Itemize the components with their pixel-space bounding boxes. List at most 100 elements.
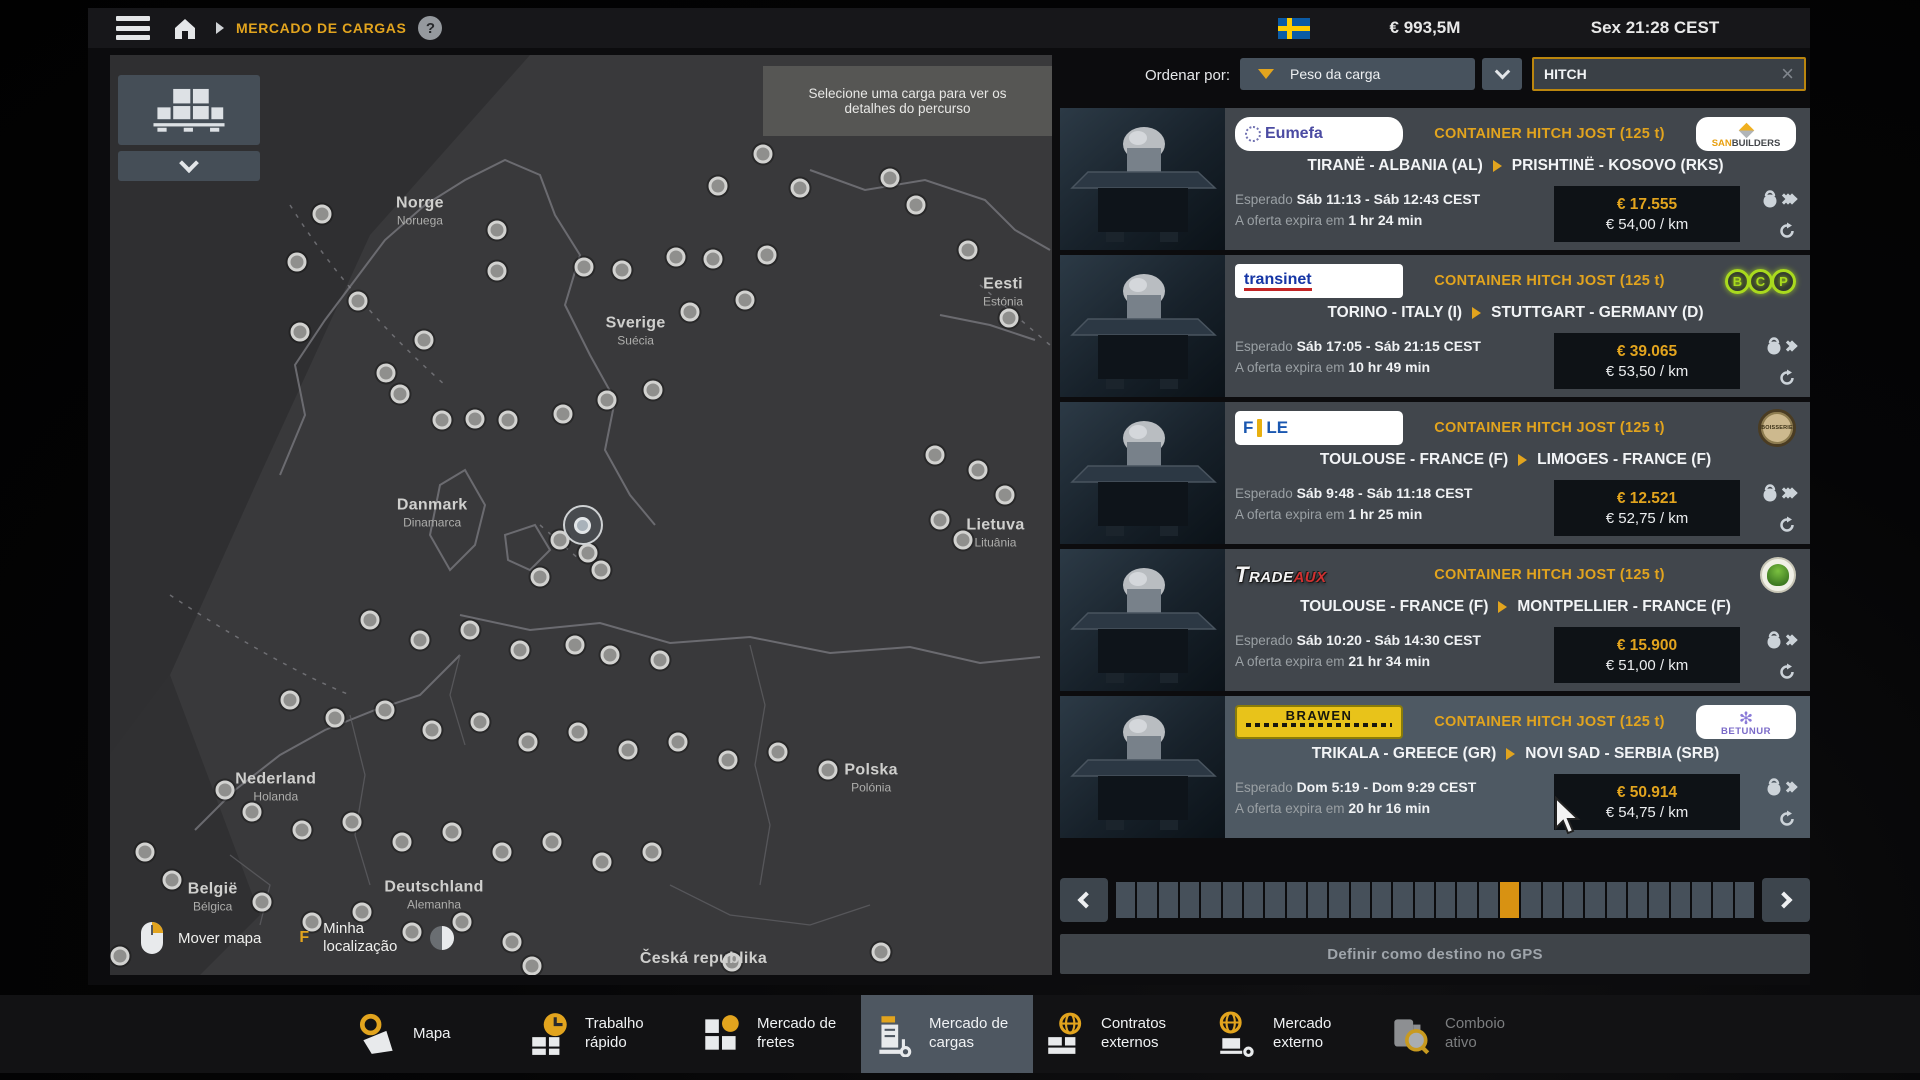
clear-search-icon[interactable]: × [1771, 63, 1804, 85]
map-city-dot[interactable] [735, 290, 754, 309]
map-city-dot[interactable] [523, 956, 542, 975]
map-city-dot[interactable] [651, 651, 670, 670]
map-city-dot[interactable] [574, 257, 593, 276]
page-segment[interactable] [1521, 882, 1540, 918]
page-segment[interactable] [1116, 882, 1135, 918]
map-city-dot[interactable] [243, 803, 262, 822]
map-city-dot[interactable] [460, 621, 479, 640]
page-segment[interactable] [1287, 882, 1306, 918]
map-city-dot[interactable] [708, 176, 727, 195]
page-segment[interactable] [1201, 882, 1220, 918]
map-city-dot[interactable] [930, 510, 949, 529]
page-segment[interactable] [1415, 882, 1434, 918]
page-segment[interactable] [1479, 882, 1498, 918]
sort-direction-button[interactable] [1482, 58, 1522, 90]
page-segment[interactable] [1585, 882, 1604, 918]
page-segment[interactable] [1223, 882, 1242, 918]
map-city-dot[interactable] [598, 391, 617, 410]
page-segment[interactable] [1308, 882, 1327, 918]
page-segment[interactable] [1436, 882, 1455, 918]
map-city-dot[interactable] [968, 460, 987, 479]
page-segment[interactable] [1564, 882, 1583, 918]
map-city-dot[interactable] [613, 261, 632, 280]
nav-trabalho-rapido[interactable]: Trabalhorápido [517, 995, 689, 1073]
map-city-dot[interactable] [926, 446, 945, 465]
map-city-dot[interactable] [135, 842, 154, 861]
page-segment[interactable] [1713, 882, 1732, 918]
page-segment[interactable] [1393, 882, 1412, 918]
map-city-dot[interactable] [907, 195, 926, 214]
map-city-dot[interactable] [872, 943, 891, 962]
map-city-dot[interactable] [111, 946, 130, 965]
page-segment[interactable] [1607, 882, 1626, 918]
cargo-offer-row[interactable]: FLE CONTAINER HITCH JOST (125 t) BOISSER… [1060, 402, 1810, 544]
map-city-dot[interactable] [753, 145, 772, 164]
map-city-dot[interactable] [790, 179, 809, 198]
nav-mercado-de-fretes[interactable]: Mercado defretes [689, 995, 861, 1073]
next-page-button[interactable] [1762, 878, 1810, 922]
map-city-dot[interactable] [703, 250, 722, 269]
home-icon[interactable] [172, 15, 198, 41]
page-segment[interactable] [1329, 882, 1348, 918]
map-city-dot[interactable] [465, 410, 484, 429]
map-city-dot[interactable] [519, 733, 538, 752]
collapse-button[interactable] [118, 151, 260, 181]
map-city-dot[interactable] [681, 302, 700, 321]
search-input[interactable] [1534, 66, 1771, 82]
map-city-dot[interactable] [488, 220, 507, 239]
map-city-dot[interactable] [959, 241, 978, 260]
page-segment[interactable] [1372, 882, 1391, 918]
map-city-dot[interactable] [569, 723, 588, 742]
map-city-dot[interactable] [492, 842, 511, 861]
map-city-dot[interactable] [312, 205, 331, 224]
page-segment[interactable] [1628, 882, 1647, 918]
map-city-dot[interactable] [757, 245, 776, 264]
nav-mercado-de-cargas[interactable]: Mercado decargas [861, 995, 1033, 1073]
map-city-dot[interactable] [288, 253, 307, 272]
cargo-offer-row[interactable]: Eumefa CONTAINER HITCH JOST (125 t) SANB… [1060, 108, 1810, 250]
map-city-dot[interactable] [880, 169, 899, 188]
map-city-dot[interactable] [163, 871, 182, 890]
map-city-dot[interactable] [215, 781, 234, 800]
map-city-dot[interactable] [442, 823, 461, 842]
cargo-offer-row[interactable]: BRAWEN CONTAINER HITCH JOST (125 t) ✻BET… [1060, 696, 1810, 838]
page-segment[interactable] [1457, 882, 1476, 918]
map-city-dot[interactable] [530, 567, 549, 586]
map-city-dot[interactable] [566, 635, 585, 654]
map-city-dot[interactable] [510, 641, 529, 660]
page-segment[interactable] [1351, 882, 1370, 918]
map-city-dot[interactable] [432, 411, 451, 430]
map-city-dot[interactable] [252, 893, 271, 912]
map-city-dot[interactable] [348, 291, 367, 310]
map-city-dot[interactable] [768, 743, 787, 762]
map-city-dot[interactable] [619, 740, 638, 759]
map-city-dot[interactable] [453, 912, 472, 931]
map-city-dot[interactable] [591, 561, 610, 580]
map-city-dot[interactable] [722, 953, 741, 972]
nav-contratos-externos[interactable]: Contratosexternos [1033, 995, 1205, 1073]
map-city-dot[interactable] [503, 932, 522, 951]
map-city-dot[interactable] [643, 380, 662, 399]
page-segment[interactable] [1671, 882, 1690, 918]
map-city-dot[interactable] [592, 852, 611, 871]
map-city-dot[interactable] [818, 760, 837, 779]
nav-mapa[interactable]: Mapa [345, 995, 517, 1073]
map-city-dot[interactable] [393, 832, 412, 851]
map-city-dot[interactable] [601, 645, 620, 664]
map-city-dot[interactable] [669, 733, 688, 752]
map-city-dot[interactable] [377, 364, 396, 383]
map-city-dot[interactable] [391, 384, 410, 403]
page-segment[interactable] [1244, 882, 1263, 918]
map-city-dot[interactable] [291, 322, 310, 341]
page-segment[interactable] [1265, 882, 1284, 918]
prev-page-button[interactable] [1060, 878, 1108, 922]
map-city-dot[interactable] [718, 750, 737, 769]
map-city-dot[interactable] [293, 820, 312, 839]
map-city-dot[interactable] [423, 721, 442, 740]
nav-mercado-externo[interactable]: Mercadoexterno [1205, 995, 1377, 1073]
map-city-dot[interactable] [578, 543, 597, 562]
page-segment[interactable] [1137, 882, 1156, 918]
map-city-dot[interactable] [488, 262, 507, 281]
trailer-filter-button[interactable] [118, 75, 260, 145]
map-city-dot[interactable] [471, 713, 490, 732]
